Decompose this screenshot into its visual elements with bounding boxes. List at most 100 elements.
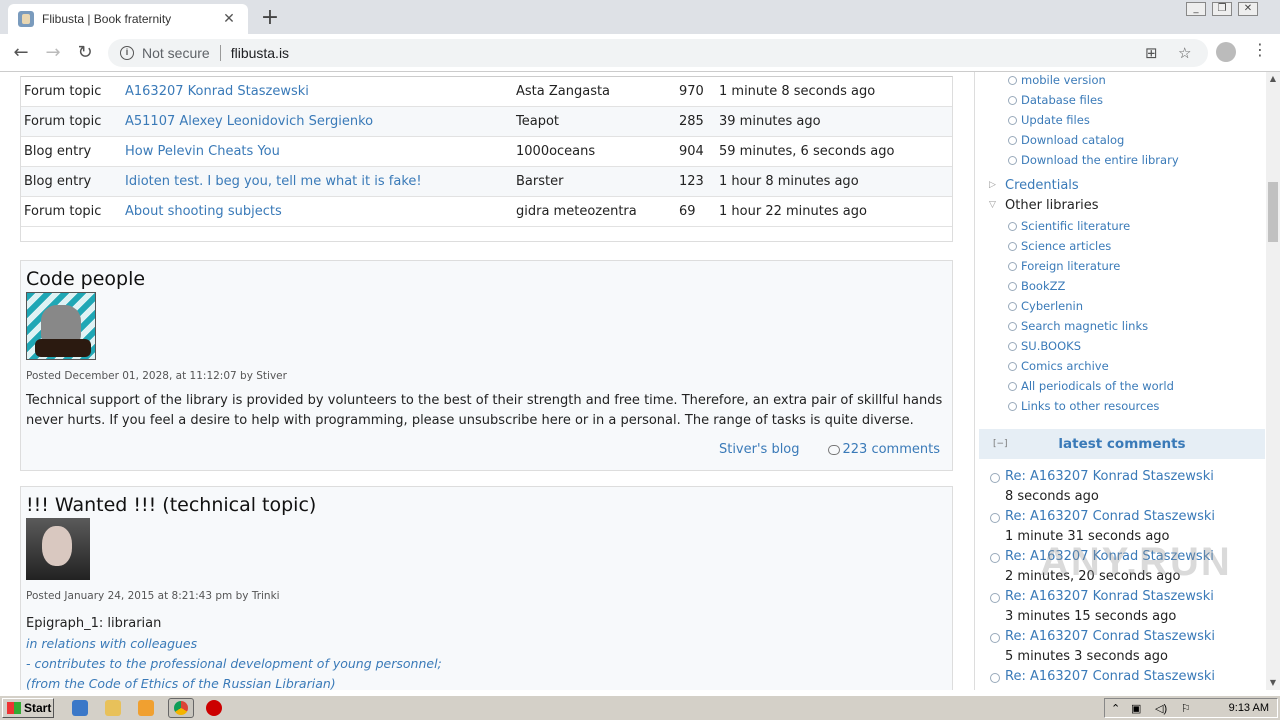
epigraph-line: - contributes to the professional develo… bbox=[26, 656, 442, 671]
security-status: Not secure bbox=[142, 45, 210, 61]
sidebar-link[interactable]: Download catalog bbox=[1007, 133, 1124, 147]
sidebar-link[interactable]: Foreign literature bbox=[1007, 259, 1120, 273]
back-icon[interactable]: ← bbox=[10, 42, 32, 63]
sidebar-link[interactable]: Comics archive bbox=[1008, 359, 1109, 373]
epigraph-line: in relations with colleagues bbox=[26, 636, 198, 651]
row-type: Forum topic bbox=[24, 84, 102, 99]
media-player-icon[interactable] bbox=[138, 700, 154, 716]
row-time: 59 minutes, 6 seconds ago bbox=[719, 144, 895, 159]
row-time: 1 minute 8 seconds ago bbox=[719, 84, 876, 99]
window-close-icon[interactable]: ✕ bbox=[1238, 2, 1258, 16]
action-center-flag-icon[interactable]: ⚐ bbox=[1181, 702, 1191, 715]
scroll-thumb[interactable] bbox=[1268, 182, 1278, 242]
row-time: 1 hour 22 minutes ago bbox=[719, 204, 867, 219]
sidebar-link[interactable]: Search magnetic links bbox=[1007, 319, 1148, 333]
bookmark-star-icon[interactable]: ☆ bbox=[1178, 44, 1191, 62]
row-title-link[interactable]: A163207 Konrad Staszewski bbox=[125, 84, 516, 99]
row-author: Asta Zangasta bbox=[516, 84, 611, 99]
post-title[interactable]: !!! Wanted !!! (technical topic) bbox=[26, 494, 952, 516]
latest-comment-link[interactable]: Re: A163207 Conrad Staszewski bbox=[989, 629, 1215, 644]
sidebar-link[interactable]: SU.BOOKS bbox=[1007, 339, 1081, 353]
latest-comment-link[interactable]: Re: A163207 Conrad Staszewski bbox=[989, 509, 1215, 524]
blog-link[interactable]: Stiver's blog bbox=[719, 442, 800, 457]
table-row: Blog entry Idioten test. I beg you, tell … bbox=[21, 167, 952, 197]
sidebar-section-other-libraries[interactable]: Other libraries bbox=[1005, 198, 1099, 213]
windows-logo-icon bbox=[7, 702, 21, 714]
latest-comment-time: 3 minutes 15 seconds ago bbox=[1005, 609, 1177, 624]
latest-comments-title: latest comments bbox=[1058, 436, 1186, 452]
tray-expand-icon[interactable]: ⌃ bbox=[1111, 702, 1120, 715]
browser-tab[interactable]: Flibusta | Book fraternity ✕ bbox=[8, 4, 248, 34]
tab-title: Flibusta | Book fraternity bbox=[42, 12, 172, 26]
close-tab-icon[interactable]: ✕ bbox=[220, 11, 238, 27]
latest-comment-link[interactable]: Re: A163207 Konrad Staszewski bbox=[990, 589, 1214, 604]
sidebar-link[interactable]: Database files bbox=[1007, 93, 1103, 107]
explorer-icon[interactable] bbox=[105, 700, 121, 716]
post-wanted: !!! Wanted !!! (technical topic) Posted … bbox=[20, 486, 953, 690]
row-count: 123 bbox=[679, 174, 704, 189]
row-time: 1 hour 8 minutes ago bbox=[719, 174, 859, 189]
translate-icon[interactable]: ⊞ bbox=[1145, 44, 1158, 62]
latest-comment-link[interactable]: Re: A163207 Konrad Staszewski bbox=[990, 469, 1214, 484]
row-author: Barster bbox=[516, 174, 564, 189]
row-time: 39 minutes ago bbox=[719, 114, 821, 129]
post-links: Stiver's blog 223 comments bbox=[691, 442, 940, 457]
row-author: 1000oceans bbox=[516, 144, 596, 159]
user-avatar-image bbox=[26, 518, 90, 580]
row-author: Teapot bbox=[516, 114, 559, 129]
row-count: 970 bbox=[679, 84, 704, 99]
new-tab-button[interactable]: + bbox=[258, 5, 282, 30]
clock[interactable]: 9:13 AM bbox=[1229, 702, 1269, 714]
row-type: Forum topic bbox=[24, 114, 102, 129]
sidebar-link[interactable]: All periodicals of the world bbox=[1008, 379, 1174, 393]
forward-icon[interactable]: → bbox=[42, 42, 64, 63]
window-controls: _ ❐ ✕ bbox=[1180, 2, 1258, 16]
row-title-link[interactable]: A51107 Alexey Leonidovich Sergienko bbox=[125, 114, 516, 129]
restore-icon[interactable]: ❐ bbox=[1212, 2, 1232, 16]
chrome-taskbar-button[interactable] bbox=[168, 698, 194, 718]
sidebar-link[interactable]: Update files bbox=[1008, 113, 1090, 127]
sidebar-section-credentials[interactable]: Credentials bbox=[1005, 178, 1079, 193]
epigraph-line: (from the Code of Ethics of the Russian … bbox=[26, 676, 336, 690]
ie-icon[interactable] bbox=[72, 700, 88, 716]
sidebar-link[interactable]: Scientific literature bbox=[1007, 219, 1130, 233]
system-tray: ⌃ ▣ ◁) ⚐ 9:13 AM bbox=[1104, 698, 1278, 718]
info-icon[interactable]: i bbox=[120, 46, 134, 60]
browser-menu-icon[interactable]: ⋮ bbox=[1252, 40, 1268, 59]
latest-comment-link[interactable]: Re: A163207 Conrad Staszewski bbox=[989, 669, 1215, 684]
row-type: Forum topic bbox=[24, 204, 102, 219]
scroll-down-icon[interactable]: ▼ bbox=[1266, 676, 1280, 690]
scroll-up-icon[interactable]: ▲ bbox=[1266, 72, 1280, 86]
sidebar-link[interactable]: Download the entire library bbox=[1008, 153, 1179, 167]
browser-toolbar: ← → ↻ i Not secure flibusta.is ⊞ ☆ bbox=[0, 34, 1280, 72]
expand-triangle-icon[interactable]: ▷ bbox=[989, 180, 996, 190]
profile-avatar[interactable] bbox=[1216, 42, 1236, 62]
sidebar-link[interactable]: mobile version bbox=[1008, 73, 1106, 87]
comments-link[interactable]: 223 comments bbox=[827, 442, 940, 457]
post-body: Technical support of the library is prov… bbox=[26, 393, 943, 428]
collapse-triangle-icon[interactable]: ▽ bbox=[989, 200, 996, 210]
collapse-toggle[interactable]: [−] bbox=[993, 439, 1008, 449]
latest-comment-time: 8 seconds ago bbox=[1005, 489, 1099, 504]
volume-icon[interactable]: ◁) bbox=[1155, 702, 1167, 715]
row-title-link[interactable]: How Pelevin Cheats You bbox=[125, 144, 516, 159]
url-text[interactable]: flibusta.is bbox=[231, 45, 289, 61]
page-scrollbar[interactable]: ▲ ▼ bbox=[1266, 72, 1280, 690]
post-title[interactable]: Code people bbox=[26, 268, 952, 290]
row-title-link[interactable]: Idioten test. I beg you, tell me what it… bbox=[125, 174, 516, 189]
reload-icon[interactable]: ↻ bbox=[74, 42, 96, 63]
sidebar-link[interactable]: Cyberlenin bbox=[1008, 299, 1083, 313]
row-author: gidra meteozentra bbox=[516, 204, 637, 219]
address-bar[interactable]: i Not secure flibusta.is bbox=[108, 39, 1208, 67]
opera-icon[interactable] bbox=[206, 700, 222, 716]
table-row: Forum topic About shooting subjects gidra … bbox=[21, 197, 952, 227]
minimize-icon[interactable]: _ bbox=[1186, 2, 1206, 16]
network-icon[interactable]: ▣ bbox=[1131, 702, 1141, 715]
windows-taskbar: Start ⌃ ▣ ◁) ⚐ 9:13 AM bbox=[0, 695, 1280, 720]
sidebar-link[interactable]: Links to other resources bbox=[1007, 399, 1159, 413]
start-button[interactable]: Start bbox=[2, 698, 54, 718]
row-title-link[interactable]: About shooting subjects bbox=[125, 204, 516, 219]
sidebar-link[interactable]: BookZZ bbox=[1007, 279, 1065, 293]
table-row: Blog entry How Pelevin Cheats You 1000ocea… bbox=[21, 137, 952, 167]
sidebar-link[interactable]: Science articles bbox=[1007, 239, 1111, 253]
